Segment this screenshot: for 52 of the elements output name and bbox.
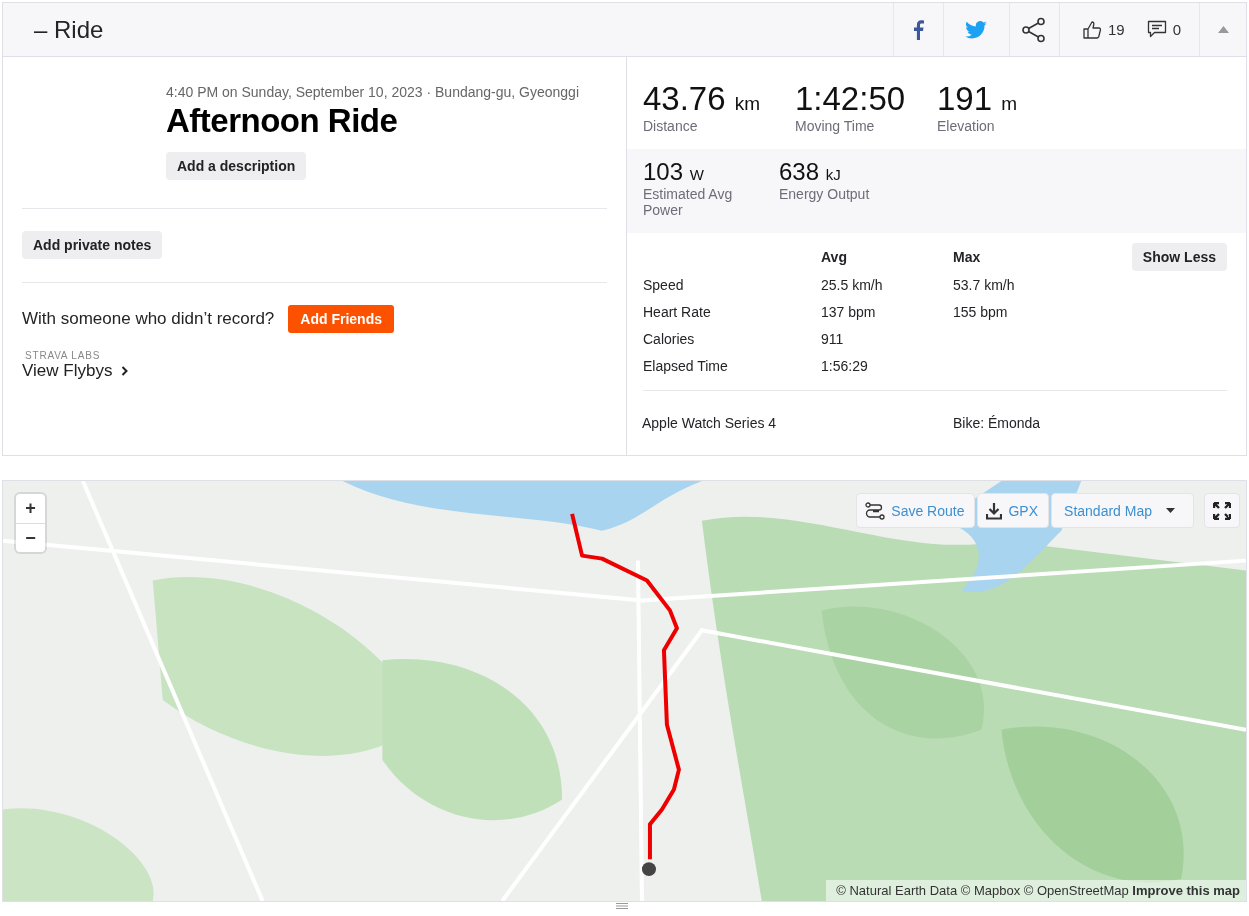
- stat-value: 103 W: [643, 158, 705, 186]
- activity-date-location: 4:40 PM on Sunday, September 10, 2023 · Bundang-gu, Gyeonggi: [166, 84, 581, 100]
- table-cell-text: 155 bpm: [953, 303, 1009, 320]
- fullscreen-button[interactable]: [1204, 493, 1240, 528]
- bird-icon: [965, 20, 988, 39]
- facebook-icon: [912, 19, 924, 40]
- device-name: Apple Watch Series 4: [642, 415, 778, 431]
- table-cell-text: 1:56:29: [821, 357, 869, 374]
- table-cell-text: 911: [821, 330, 845, 347]
- stat-value: 1:42:50: [795, 80, 907, 118]
- show-less-button[interactable]: Show Less: [1131, 243, 1227, 271]
- bike-name: Bike: Émonda: [953, 415, 1042, 431]
- row-label: Elapsed Time: [643, 357, 729, 374]
- view-flybys-link[interactable]: View Flybys: [22, 361, 129, 381]
- zoom-in-button[interactable]: +: [16, 494, 45, 523]
- stat-label: Estimated Avg Power: [643, 186, 734, 218]
- fullscreen-icon: [1213, 501, 1231, 520]
- caret-down-icon: [1166, 508, 1175, 513]
- comments-button[interactable]: 0: [1146, 20, 1181, 39]
- table-cell-text: 25.5 km/h: [821, 276, 884, 293]
- thumbs-up-icon: [1081, 19, 1102, 40]
- map-attribution: © Natural Earth Data © Mapbox © OpenStreetMap Improve this map: [826, 880, 1246, 901]
- stat-label: Elevation: [937, 118, 996, 134]
- table-cell-text: 53.7 km/h: [953, 276, 1016, 293]
- share-icon: [1021, 16, 1048, 43]
- stat-value: 638 kJ: [779, 158, 842, 186]
- add-private-notes-button[interactable]: Add private notes: [22, 231, 163, 259]
- comment-icon: [1146, 20, 1167, 39]
- download-icon: [986, 501, 1003, 520]
- resize-handle-icon[interactable]: [616, 903, 628, 909]
- labs-label: STRAVA LABS: [24, 350, 102, 361]
- add-description-button[interactable]: Add a description: [166, 152, 307, 180]
- zoom-out-button[interactable]: −: [16, 523, 45, 552]
- column-header: Avg: [821, 249, 848, 265]
- activity-type-title[interactable]: – Ride: [3, 15, 104, 44]
- table-cell-text: 137 bpm: [821, 303, 877, 320]
- friends-prompt: With someone who didn’t record?: [22, 309, 275, 329]
- chevron-right-icon: [121, 366, 129, 376]
- stat-label: Moving Time: [795, 118, 876, 134]
- row-label: Calories: [643, 330, 696, 347]
- route-icon: [865, 501, 886, 520]
- row-label: Speed: [643, 276, 685, 293]
- stat-label: Energy Output: [779, 186, 871, 202]
- stat-value: 43.76 km: [643, 80, 762, 118]
- column-header: Max: [953, 249, 982, 265]
- kudos-button[interactable]: 19: [1081, 19, 1125, 40]
- stat-label: Distance: [643, 118, 699, 134]
- stat-value: 191 m: [937, 80, 1018, 118]
- activity-name: Afternoon Ride: [166, 102, 399, 140]
- caret-up-icon: [1217, 26, 1229, 33]
- row-label: Heart Rate: [643, 303, 712, 320]
- improve-map-link[interactable]: Improve this map: [1132, 883, 1240, 898]
